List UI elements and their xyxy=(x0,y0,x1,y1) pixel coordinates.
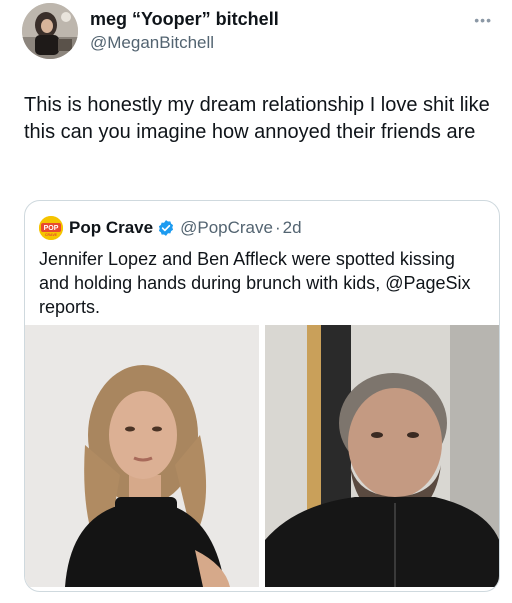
separator-dot: · xyxy=(274,218,281,237)
quoted-handle[interactable]: @PopCrave xyxy=(180,218,273,238)
quoted-tweet-header: POP CRAVE Pop Crave @PopCrave · 2d xyxy=(39,215,302,241)
tweet-text: This is honestly my dream relationship I… xyxy=(24,94,490,143)
quoted-image-left[interactable] xyxy=(25,325,259,587)
verified-badge-icon xyxy=(159,220,174,236)
avatar-photo-image xyxy=(22,3,78,59)
photo-woman-image xyxy=(25,325,259,587)
more-dots-icon[interactable]: ••• xyxy=(474,12,492,28)
photo-man-image xyxy=(265,325,499,587)
author-display-name[interactable]: meg “Yooper” bitchell xyxy=(90,8,279,30)
pop-crave-avatar[interactable]: POP CRAVE xyxy=(39,216,63,240)
quoted-image-right[interactable] xyxy=(265,325,499,587)
pop-crave-logo-subtext: CRAVE xyxy=(45,233,58,237)
quoted-tweet-text: Jennifer Lopez and Ben Affleck were spot… xyxy=(39,249,471,317)
pop-crave-logo: POP CRAVE xyxy=(39,216,63,240)
quoted-tweet[interactable]: POP CRAVE Pop Crave @PopCrave · 2d Jenni… xyxy=(24,200,500,592)
tweet: meg “Yooper” bitchell @MeganBitchell •••… xyxy=(0,0,512,603)
user-avatar[interactable] xyxy=(22,3,78,59)
quoted-display-name[interactable]: Pop Crave xyxy=(69,218,153,238)
quoted-timestamp[interactable]: 2d xyxy=(283,218,302,238)
pop-crave-logo-text: POP xyxy=(44,225,59,232)
author-info: meg “Yooper” bitchell @MeganBitchell xyxy=(90,8,279,54)
author-handle[interactable]: @MeganBitchell xyxy=(90,32,279,54)
